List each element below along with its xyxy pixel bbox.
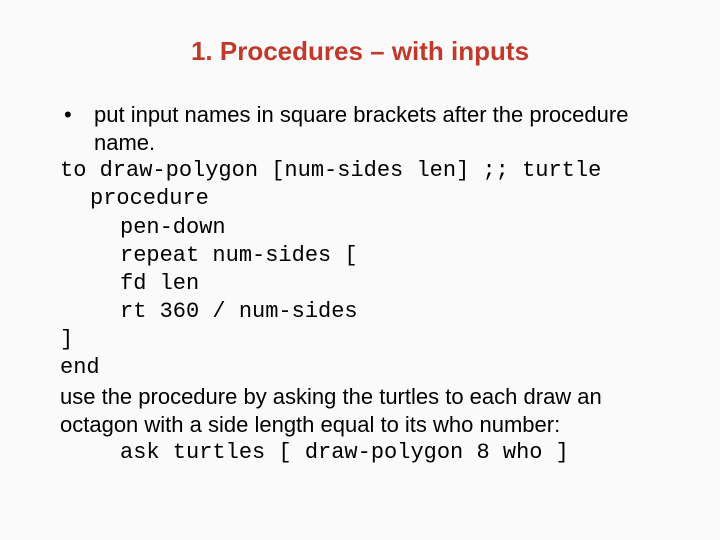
code2-line: ask turtles [ draw-polygon 8 who ] xyxy=(60,439,660,467)
code-line-6: rt 360 / num-sides xyxy=(60,298,660,326)
slide-title: 1. Procedures – with inputs xyxy=(60,36,660,67)
code-line-3: pen-down xyxy=(60,214,660,242)
code-line-5: fd len xyxy=(60,270,660,298)
bullet-text: put input names in square brackets after… xyxy=(94,101,660,157)
code-line-1: to draw-polygon [num-sides len] ;; turtl… xyxy=(60,157,660,185)
slide: 1. Procedures – with inputs • put input … xyxy=(0,0,720,540)
followup-text: use the procedure by asking the turtles … xyxy=(60,383,660,439)
slide-body: • put input names in square brackets aft… xyxy=(60,101,660,467)
bullet-item: • put input names in square brackets aft… xyxy=(60,101,660,157)
code-line-4: repeat num-sides [ xyxy=(60,242,660,270)
code-line-2: procedure xyxy=(60,185,660,213)
code-line-8: end xyxy=(60,354,660,382)
bullet-icon: • xyxy=(60,101,94,157)
code-line-7: ] xyxy=(60,326,660,354)
